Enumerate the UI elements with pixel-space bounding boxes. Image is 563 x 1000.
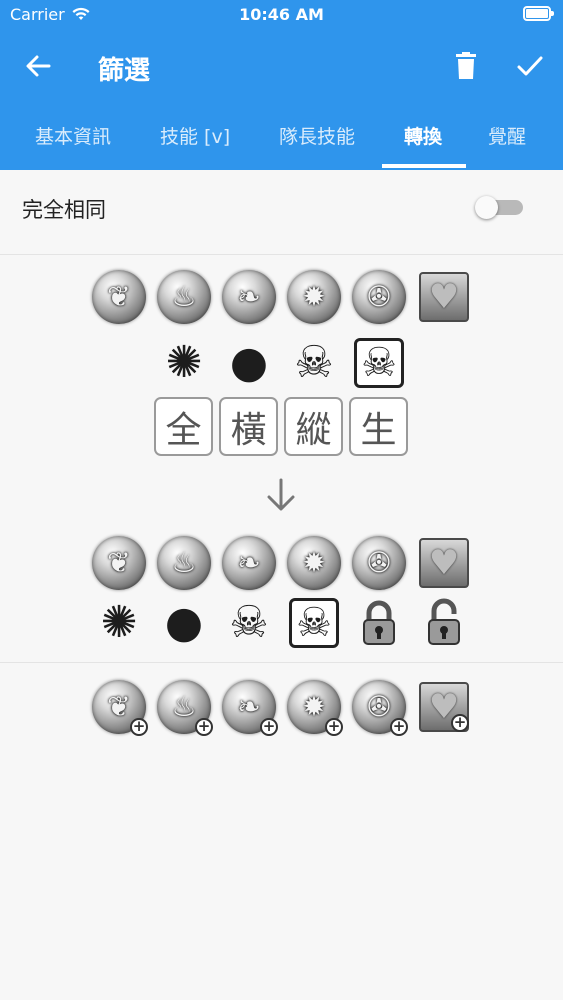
jammer-orb-icon[interactable]: ✺ xyxy=(157,336,211,390)
wood-orb-plus-icon[interactable]: ❧ + xyxy=(222,680,278,736)
jammer-orb-icon[interactable]: ✺ xyxy=(92,596,146,650)
wood-orb-icon[interactable]: ❧ xyxy=(222,270,276,324)
page-title: 篩選 xyxy=(98,56,151,86)
mortal-poison-orb-icon[interactable]: ☠ xyxy=(352,336,406,390)
dark-orb-plus-icon[interactable]: ✇ + xyxy=(352,680,408,736)
battery-icon xyxy=(523,6,554,21)
unlock-icon[interactable] xyxy=(417,596,471,650)
tab-indicator xyxy=(382,164,466,168)
exact-match-row: 完全相同 xyxy=(0,170,563,255)
bomb-orb-icon[interactable]: ● xyxy=(157,596,211,650)
fire-orb-plus-icon[interactable]: ♨ + xyxy=(157,680,213,736)
poison-orb-icon[interactable]: ☠ xyxy=(222,596,276,650)
tab-awakening[interactable]: 覺醒 xyxy=(488,122,526,149)
heart-orb-icon[interactable]: ♥ xyxy=(419,538,469,588)
light-orb-icon[interactable]: ✹ xyxy=(287,270,341,324)
app-bar: Carrier 10:46 AM 篩選 基本資訊 技能 [v] 隊長技能 轉換 … xyxy=(0,0,563,170)
mode-column-box[interactable]: 縱 xyxy=(284,397,343,456)
water-orb-plus-icon[interactable]: ❦ + xyxy=(92,680,148,736)
heart-orb-icon[interactable]: ♥ xyxy=(419,272,469,322)
tab-bar: 基本資訊 技能 [v] 隊長技能 轉換 覺醒 xyxy=(0,106,563,170)
dark-orb-icon[interactable]: ✇ xyxy=(352,270,406,324)
tab-conversion[interactable]: 轉換 xyxy=(404,122,442,149)
tab-skill[interactable]: 技能 [v] xyxy=(160,122,230,149)
poison-orb-icon[interactable]: ☠ xyxy=(287,336,341,390)
wood-orb-icon[interactable]: ❧ xyxy=(222,536,276,590)
status-time: 10:46 AM xyxy=(239,5,324,24)
mode-row-box[interactable]: 橫 xyxy=(219,397,278,456)
exact-match-switch[interactable] xyxy=(475,196,523,219)
tab-basic-info[interactable]: 基本資訊 xyxy=(35,122,111,149)
tab-leader-skill[interactable]: 隊長技能 xyxy=(279,122,355,149)
check-icon[interactable] xyxy=(514,50,546,82)
toolbar: 篩選 xyxy=(0,36,563,98)
water-orb-icon[interactable]: ❦ xyxy=(92,270,146,324)
trash-icon[interactable] xyxy=(450,50,482,82)
arrow-down-icon xyxy=(267,478,295,511)
arrow-left-icon[interactable] xyxy=(22,50,54,82)
fire-orb-icon[interactable]: ♨ xyxy=(157,536,211,590)
fire-orb-icon[interactable]: ♨ xyxy=(157,270,211,324)
heart-orb-plus-icon[interactable]: ♥ + xyxy=(419,682,469,732)
section-divider xyxy=(0,662,563,663)
light-orb-icon[interactable]: ✹ xyxy=(287,536,341,590)
dark-orb-icon[interactable]: ✇ xyxy=(352,536,406,590)
exact-match-label: 完全相同 xyxy=(22,198,106,222)
lock-icon[interactable] xyxy=(352,596,406,650)
bomb-orb-icon[interactable]: ● xyxy=(222,336,276,390)
mode-generate-box[interactable]: 生 xyxy=(349,397,408,456)
light-orb-plus-icon[interactable]: ✹ + xyxy=(287,680,343,736)
water-orb-icon[interactable]: ❦ xyxy=(92,536,146,590)
status-bar: Carrier 10:46 AM xyxy=(0,0,563,30)
mortal-poison-orb-icon[interactable]: ☠ xyxy=(287,596,341,650)
mode-all-box[interactable]: 全 xyxy=(154,397,213,456)
